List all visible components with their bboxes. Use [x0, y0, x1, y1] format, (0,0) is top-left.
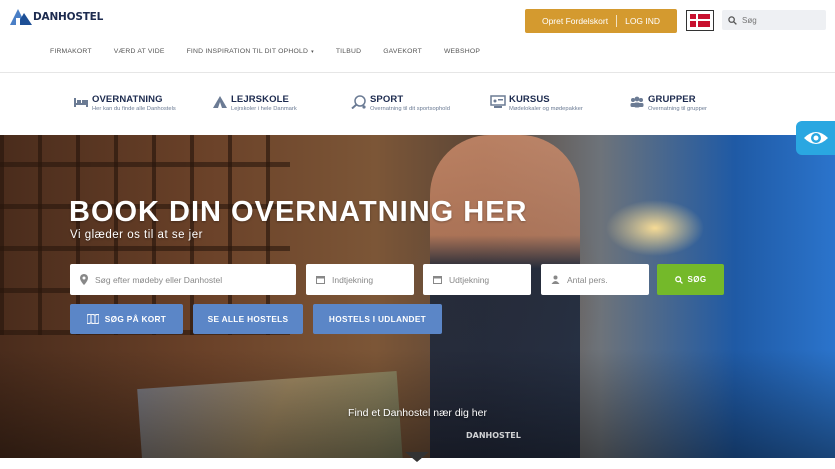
language-selector[interactable]: [686, 10, 714, 31]
category-lejrskole[interactable]: LEJRSKOLE Lejrskoler i hele Danmark: [212, 94, 297, 112]
category-kursus[interactable]: KURSUS Mødelokaler og mødepakker: [490, 94, 583, 112]
checkout-placeholder: Udtjekning: [449, 274, 490, 285]
category-subtitle: Lejrskoler i hele Danmark: [231, 106, 297, 112]
hero-headline: BOOK DIN OVERNATNING HER: [69, 196, 528, 228]
hero-subline: Vi glæder os til at se jer: [70, 229, 203, 241]
hostels-abroad-button[interactable]: HOSTELS I UDLANDET: [313, 304, 442, 334]
category-bar: OVERNATNING Her kan du finde alle Danhos…: [0, 74, 835, 135]
presentation-icon: [490, 95, 506, 108]
category-title: LEJRSKOLE: [231, 94, 289, 105]
category-subtitle: Overnatning til dit sportsophold: [370, 106, 450, 112]
category-title: OVERNATNING: [92, 94, 163, 105]
nav-firmakort[interactable]: FIRMAKORT: [50, 48, 92, 55]
nav-find-inspiration[interactable]: FIND INSPIRATION TIL DIT OPHOLD ▾: [187, 48, 314, 55]
logo-text: DANHOSTEL: [33, 11, 104, 23]
persons-field[interactable]: Antal pers.: [541, 264, 649, 295]
nav-tilbud[interactable]: TILBUD: [336, 48, 361, 55]
nav-vaerd-at-vide[interactable]: VÆRD AT VIDE: [114, 48, 165, 55]
tent-icon: [213, 96, 227, 108]
checkin-field[interactable]: Indtjekning: [306, 264, 414, 295]
top-bar: DANHOSTEL Opret Fordelskort LOG IND FIRM…: [0, 0, 835, 73]
search-icon: [674, 275, 683, 284]
calendar-icon: [316, 276, 325, 284]
divider: [616, 15, 618, 27]
main-navigation: FIRMAKORT VÆRD AT VIDE FIND INSPIRATION …: [50, 48, 502, 55]
danhostel-logo[interactable]: DANHOSTEL: [10, 9, 103, 25]
category-title: GRUPPER: [648, 94, 696, 105]
category-sport[interactable]: SPORT Overnatning til dit sportsophold: [351, 94, 450, 112]
logo-mark-icon: [10, 9, 32, 25]
accessibility-tab[interactable]: [796, 121, 835, 155]
category-subtitle: Mødelokaler og mødepakker: [509, 106, 583, 112]
category-subtitle: Her kan du finde alle Danhostels: [92, 106, 176, 112]
category-title: SPORT: [370, 94, 404, 105]
nav-gavekort[interactable]: GAVEKORT: [383, 48, 422, 55]
sport-icon: [351, 95, 366, 109]
category-grupper[interactable]: GRUPPER Overnatning til grupper: [629, 94, 707, 112]
search-button-label: SØG: [687, 275, 707, 284]
hostels-abroad-label: HOSTELS I UDLANDET: [328, 314, 427, 324]
person-icon: [551, 275, 560, 284]
membership-login-button[interactable]: Opret Fordelskort LOG IND: [525, 9, 677, 33]
category-title: KURSUS: [509, 94, 550, 105]
bed-icon: [74, 98, 88, 107]
login-link[interactable]: LOG IND: [625, 16, 660, 26]
eye-icon: [803, 132, 828, 144]
checkin-placeholder: Indtjekning: [332, 274, 374, 285]
all-hostels-button[interactable]: SE ALLE HOSTELS: [193, 304, 303, 334]
create-membership-link[interactable]: Opret Fordelskort: [542, 16, 608, 26]
checkout-field[interactable]: Udtjekning: [423, 264, 531, 295]
site-search-input[interactable]: [742, 15, 822, 25]
chevron-down-icon: ▾: [311, 49, 314, 55]
find-hostel-text[interactable]: Find et Danhostel nær dig her: [0, 407, 835, 419]
denmark-flag-icon: [690, 14, 710, 27]
calendar-icon: [433, 276, 442, 284]
search-icon: [728, 15, 737, 25]
search-button[interactable]: SØG: [657, 264, 724, 295]
category-subtitle: Overnatning til grupper: [648, 106, 707, 112]
destination-placeholder: Søg efter mødeby eller Danhostel: [95, 274, 223, 285]
all-hostels-label: SE ALLE HOSTELS: [207, 314, 289, 324]
persons-placeholder: Antal pers.: [567, 274, 608, 285]
category-overnatning[interactable]: OVERNATNING Her kan du finde alle Danhos…: [73, 94, 176, 112]
location-pin-icon: [80, 274, 88, 285]
site-search[interactable]: [722, 10, 826, 30]
video-watermark: DANHOSTEL: [466, 431, 521, 440]
scroll-down-arrow-icon[interactable]: [405, 452, 429, 462]
nav-find-inspiration-label: FIND INSPIRATION TIL DIT OPHOLD: [186, 48, 309, 55]
nav-webshop[interactable]: WEBSHOP: [444, 48, 480, 55]
search-on-map-label: SØG PÅ KORT: [104, 314, 167, 324]
map-icon: [86, 314, 99, 324]
search-on-map-button[interactable]: SØG PÅ KORT: [70, 304, 183, 334]
destination-search-field[interactable]: Søg efter mødeby eller Danhostel: [70, 264, 296, 295]
group-icon: [630, 96, 644, 108]
